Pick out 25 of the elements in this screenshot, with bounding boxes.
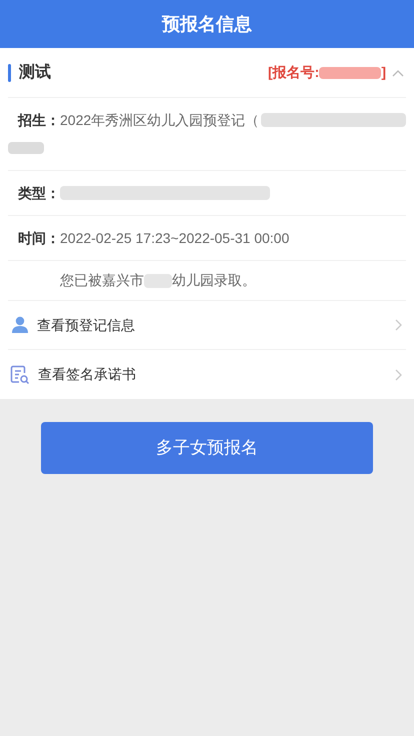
person-icon <box>11 316 29 334</box>
redaction-mask <box>8 142 44 154</box>
chevron-up-icon[interactable] <box>392 68 404 76</box>
menu-item[interactable]: 查看预登记信息 <box>8 301 406 350</box>
menu-item-label: 查看预登记信息 <box>37 316 136 334</box>
chevron-right-icon <box>395 368 402 380</box>
notice-text: 幼儿园录取。 <box>172 271 256 290</box>
chevron-right-icon <box>395 319 402 331</box>
bracket-text: ] <box>381 63 386 82</box>
registration-label: [报名号: <box>268 63 320 82</box>
notice-text: 您已被嘉兴市 <box>60 271 144 290</box>
field-value: 2022-02-25 17:23~2022-05-31 00:00 <box>60 229 290 248</box>
redaction-mask <box>144 274 172 288</box>
document-search-icon <box>10 364 30 384</box>
field-label: 时间： <box>18 229 60 248</box>
menu-item-label: 查看签名承诺书 <box>38 365 137 384</box>
redaction-mask <box>319 66 382 78</box>
accent-bar <box>8 64 11 82</box>
menu-item[interactable]: 查看签名承诺书 <box>8 350 406 399</box>
field-value: 2022年秀洲区幼儿入园预登记（ <box>60 111 260 130</box>
page-title: 预报名信息 <box>162 12 252 36</box>
field-label: 类型： <box>18 184 60 203</box>
field-label: 招生： <box>18 111 60 130</box>
section-title: 测试 <box>19 62 51 82</box>
multi-child-register-button[interactable]: 多子女预报名 <box>41 422 373 474</box>
